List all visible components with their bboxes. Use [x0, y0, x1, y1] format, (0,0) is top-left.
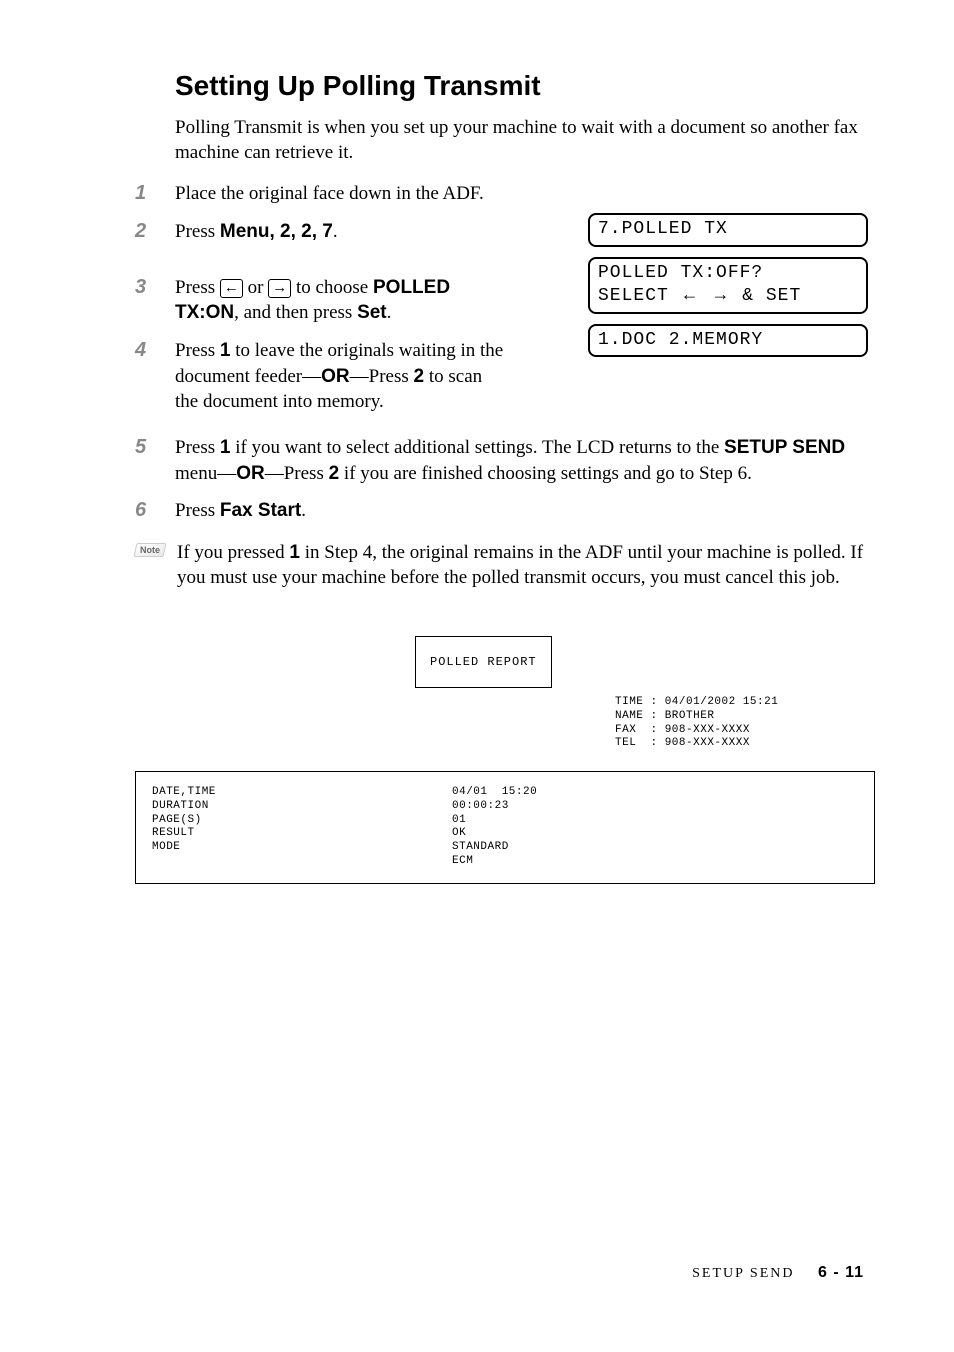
- txt: Press: [175, 277, 220, 298]
- step-6: 6 Press Fax Start.: [135, 498, 874, 524]
- dot: .: [333, 221, 338, 242]
- txt: —Press: [350, 366, 414, 387]
- step-text: Press 1 to leave the originals waiting i…: [175, 338, 510, 415]
- key-1: 1: [289, 542, 300, 563]
- step-1: 1 Place the original face down in the AD…: [135, 181, 874, 207]
- report-table: DATE,TIME DURATION PAGE(S) RESULT MODE 0…: [135, 771, 875, 884]
- txt: , and then press: [234, 302, 357, 323]
- key-seq: , 2, 2, 7: [269, 221, 332, 242]
- step-text: Press Fax Start.: [175, 498, 306, 524]
- lcd-l2b-prefix: SELECT: [598, 286, 681, 306]
- lcd-panels: 7.POLLED TX POLLED TX:OFF? SELECT ← → & …: [588, 213, 868, 367]
- key-2: 2: [329, 463, 340, 484]
- menu-key: Menu: [220, 221, 270, 242]
- lcd-l2a: POLLED TX:OFF?: [598, 263, 763, 283]
- note-text: If you pressed 1 in Step 4, the original…: [177, 540, 874, 591]
- step-number: 2: [135, 219, 175, 243]
- report-values-col: 04/01 15:20 00:00:23 01 OK STANDARD ECM: [452, 786, 537, 869]
- report-labels-col: DATE,TIME DURATION PAGE(S) RESULT MODE: [152, 786, 452, 869]
- page-footer: SETUP SEND 6 - 11: [692, 1264, 864, 1282]
- lcd-l2b-suffix: & SET: [730, 286, 801, 306]
- step-number: 5: [135, 435, 175, 459]
- step-text: Press ← or → to choose POLLED TX:ON, and…: [175, 275, 510, 326]
- step-text: Press 1 if you want to select additional…: [175, 435, 874, 486]
- txt: Press: [175, 437, 220, 458]
- set-key: Set: [357, 302, 387, 323]
- txt: Press: [175, 500, 220, 521]
- arrow-right-icon: →: [711, 284, 730, 304]
- or-label: OR: [236, 463, 265, 484]
- footer-page-number: 6 - 11: [818, 1264, 864, 1281]
- intro-paragraph: Polling Transmit is when you set up your…: [175, 116, 874, 165]
- txt: Press: [175, 340, 220, 361]
- txt: if you are finished choosing settings an…: [339, 463, 752, 484]
- step-number: 6: [135, 498, 175, 522]
- footer-section: SETUP SEND: [692, 1266, 794, 1281]
- lcd-line-1: 7.POLLED TX: [588, 213, 868, 247]
- txt: menu—: [175, 463, 236, 484]
- menu-name: SETUP SEND: [724, 437, 845, 458]
- txt: or: [243, 277, 268, 298]
- txt: —Press: [265, 463, 329, 484]
- step-text: Place the original face down in the ADF.: [175, 181, 484, 207]
- lcd-line-2: POLLED TX:OFF? SELECT ← → & SET: [588, 257, 868, 314]
- key-1: 1: [220, 437, 231, 458]
- report-meta: TIME : 04/01/2002 15:21 NAME : BROTHER F…: [615, 696, 875, 751]
- polled-report: POLLED REPORT TIME : 04/01/2002 15:21 NA…: [135, 636, 875, 884]
- or-label: OR: [321, 366, 350, 387]
- txt: If you pressed: [177, 542, 289, 563]
- key-1: 1: [220, 340, 231, 361]
- step-number: 3: [135, 275, 175, 299]
- txt: Press: [175, 221, 220, 242]
- step-text: Press Menu, 2, 2, 7.: [175, 219, 338, 245]
- key-2: 2: [414, 366, 425, 387]
- arrow-left-icon: ←: [681, 284, 700, 304]
- step-number: 4: [135, 338, 175, 362]
- txt: to choose: [291, 277, 373, 298]
- fax-start-key: Fax Start: [220, 500, 301, 521]
- arrow-right-icon: →: [268, 279, 291, 298]
- section-heading: Setting Up Polling Transmit: [175, 70, 874, 102]
- dot: .: [301, 500, 306, 521]
- lcd-line-3: 1.DOC 2.MEMORY: [588, 324, 868, 358]
- step-5: 5 Press 1 if you want to select addition…: [135, 435, 874, 486]
- arrow-left-icon: ←: [220, 279, 243, 298]
- dot: .: [387, 302, 392, 323]
- note-block: Note If you pressed 1 in Step 4, the ori…: [135, 540, 874, 591]
- step-number: 1: [135, 181, 175, 205]
- note-badge-icon: Note: [134, 543, 167, 557]
- txt: if you want to select additional setting…: [230, 437, 724, 458]
- report-title: POLLED REPORT: [415, 636, 552, 688]
